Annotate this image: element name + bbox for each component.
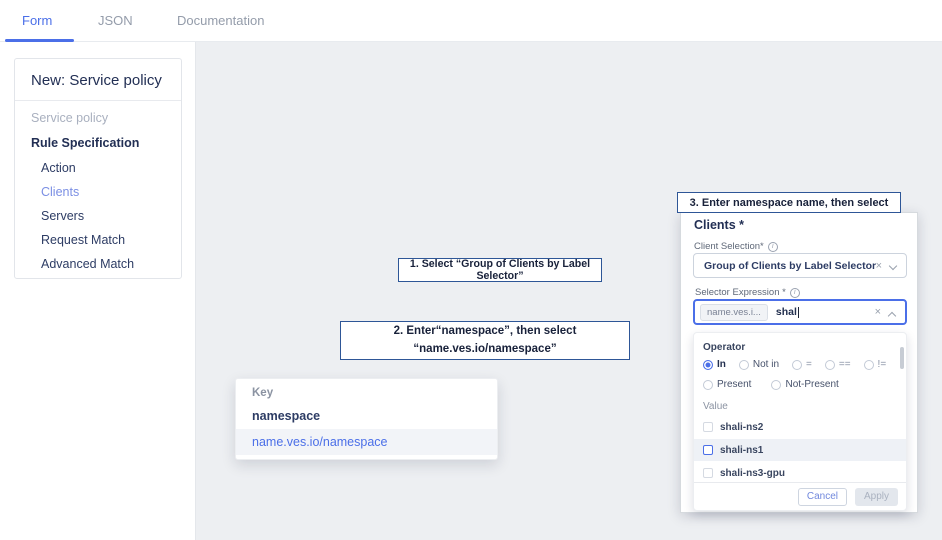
checkbox-label: shali-ns2 xyxy=(720,421,764,433)
radio-label: Not in xyxy=(752,359,780,370)
value-option-shali-ns1[interactable]: shali-ns1 xyxy=(694,439,906,461)
panel-client-selection-label-text: Client Selection* xyxy=(694,241,764,252)
annotation-step-2-line1: 2. Enter“namespace”, then select xyxy=(393,325,577,338)
annotation-step-3: 3. Enter namespace name, then select xyxy=(677,192,901,213)
chevron-up-icon[interactable] xyxy=(887,311,897,321)
annotation-step-1: 1. Select “Group of Clients by Label Sel… xyxy=(398,258,602,282)
checkbox-label: shali-ns3-gpu xyxy=(720,467,786,479)
chevron-down-icon[interactable] xyxy=(888,261,898,271)
panel-client-selection-select[interactable]: Group of Clients by Label Selector × xyxy=(693,253,907,278)
radio-label: == xyxy=(838,359,851,370)
radio-label: Present xyxy=(717,379,752,390)
selector-expression-dropdown: Key namespace name.ves.io/namespace xyxy=(235,378,498,460)
panel-selector-expression-label-text: Selector Expression * xyxy=(695,287,786,298)
tab-documentation[interactable]: Documentation xyxy=(177,13,264,28)
annotation-step-1-text: 1. Select “Group of Clients by Label Sel… xyxy=(409,258,591,282)
dropdown-item-namespace[interactable]: namespace xyxy=(236,403,497,429)
sidebar-item-servers[interactable]: Servers xyxy=(41,209,84,223)
sidebar-item-action[interactable]: Action xyxy=(41,161,76,175)
selected-key-chip[interactable]: name.ves.i... xyxy=(700,303,768,321)
sidebar-item-request-match[interactable]: Request Match xyxy=(41,233,125,247)
radio-icon xyxy=(792,359,803,370)
panel-operator-value-dropdown: Operator In Not in = == != Present Not-P… xyxy=(693,332,907,511)
operator-label: Operator xyxy=(703,342,746,353)
radio-option-present[interactable]: Present xyxy=(703,379,751,390)
cancel-button[interactable]: Cancel xyxy=(797,487,847,506)
value-picker-overlay-panel: Clients * Client Selection* i Group of C… xyxy=(680,212,918,513)
panel-selector-expression-input[interactable]: name.ves.i... shal × xyxy=(693,299,907,325)
annotation-step-3-text: 3. Enter namespace name, then select xyxy=(689,196,889,209)
policy-nav-card: New: Service policy Service policy Rule … xyxy=(14,58,182,279)
text-cursor xyxy=(797,306,799,318)
info-icon: i xyxy=(767,241,778,252)
radio-label: = xyxy=(806,359,812,370)
dropdown-group-label: Key xyxy=(252,387,274,399)
radio-icon xyxy=(771,379,782,390)
sidebar-item-advanced-match[interactable]: Advanced Match xyxy=(41,257,134,271)
radio-label: Not-Present xyxy=(785,379,839,390)
active-tab-underline xyxy=(5,39,74,42)
apply-button-disabled[interactable]: Apply xyxy=(854,487,898,506)
sidebar-item-clients[interactable]: Clients xyxy=(41,185,79,199)
radio-label: != xyxy=(877,359,887,370)
dropdown-item-name-ves-io-namespace[interactable]: name.ves.io/namespace xyxy=(236,429,497,455)
operator-radio-row-1: In Not in = == != xyxy=(703,359,886,370)
radio-icon xyxy=(863,359,874,370)
radio-icon xyxy=(738,359,749,370)
panel-typed-value: shal xyxy=(775,306,797,318)
panel-client-selection-label: Client Selection* i xyxy=(694,241,778,252)
value-label: Value xyxy=(703,401,728,412)
radio-label: In xyxy=(717,359,726,370)
radio-option-not-present[interactable]: Not-Present xyxy=(771,379,839,390)
value-option-shali-ns3-gpu[interactable]: shali-ns3-gpu xyxy=(694,462,906,484)
radio-icon xyxy=(824,359,835,370)
app-frame: Form JSON Documentation New: Service pol… xyxy=(0,0,942,540)
radio-option-not-in[interactable]: Not in xyxy=(738,359,780,370)
info-icon: i xyxy=(789,287,800,298)
page-title: New: Service policy xyxy=(15,59,181,101)
panel-clients-heading: Clients * xyxy=(694,218,745,232)
annotation-step-2-line2: “name.ves.io/namespace” xyxy=(413,342,557,355)
value-option-shali-ns2[interactable]: shali-ns2 xyxy=(694,416,906,438)
checkbox-icon xyxy=(703,422,713,432)
panel-selector-expression-label: Selector Expression * i xyxy=(695,287,800,298)
radio-icon xyxy=(703,379,713,390)
radio-option-not-equals[interactable]: != xyxy=(863,359,887,370)
tab-bar: Form JSON Documentation xyxy=(0,0,942,42)
clear-icon[interactable]: × xyxy=(875,306,881,318)
checkbox-icon xyxy=(703,445,713,455)
scrollbar-thumb[interactable] xyxy=(900,347,904,369)
tab-form[interactable]: Form xyxy=(22,13,52,28)
checkbox-icon xyxy=(703,468,713,478)
panel-client-selection-value: Group of Clients by Label Selector xyxy=(704,259,877,272)
radio-selected-icon xyxy=(703,359,713,370)
clear-icon[interactable]: × xyxy=(876,260,882,272)
sidebar-item-rule-specification[interactable]: Rule Specification xyxy=(31,136,139,150)
checkbox-label: shali-ns1 xyxy=(720,444,764,456)
left-column: New: Service policy Service policy Rule … xyxy=(0,42,196,540)
radio-option-in[interactable]: In xyxy=(703,359,726,370)
dropdown-footer: Cancel Apply xyxy=(694,482,906,510)
radio-option-equals[interactable]: = xyxy=(792,359,812,370)
sidebar-item-service-policy[interactable]: Service policy xyxy=(31,111,108,125)
annotation-step-2: 2. Enter“namespace”, then select “name.v… xyxy=(340,321,630,360)
tab-json[interactable]: JSON xyxy=(98,13,133,28)
radio-option-double-equals[interactable]: == xyxy=(824,359,851,370)
operator-radio-row-2: Present Not-Present xyxy=(703,379,839,390)
